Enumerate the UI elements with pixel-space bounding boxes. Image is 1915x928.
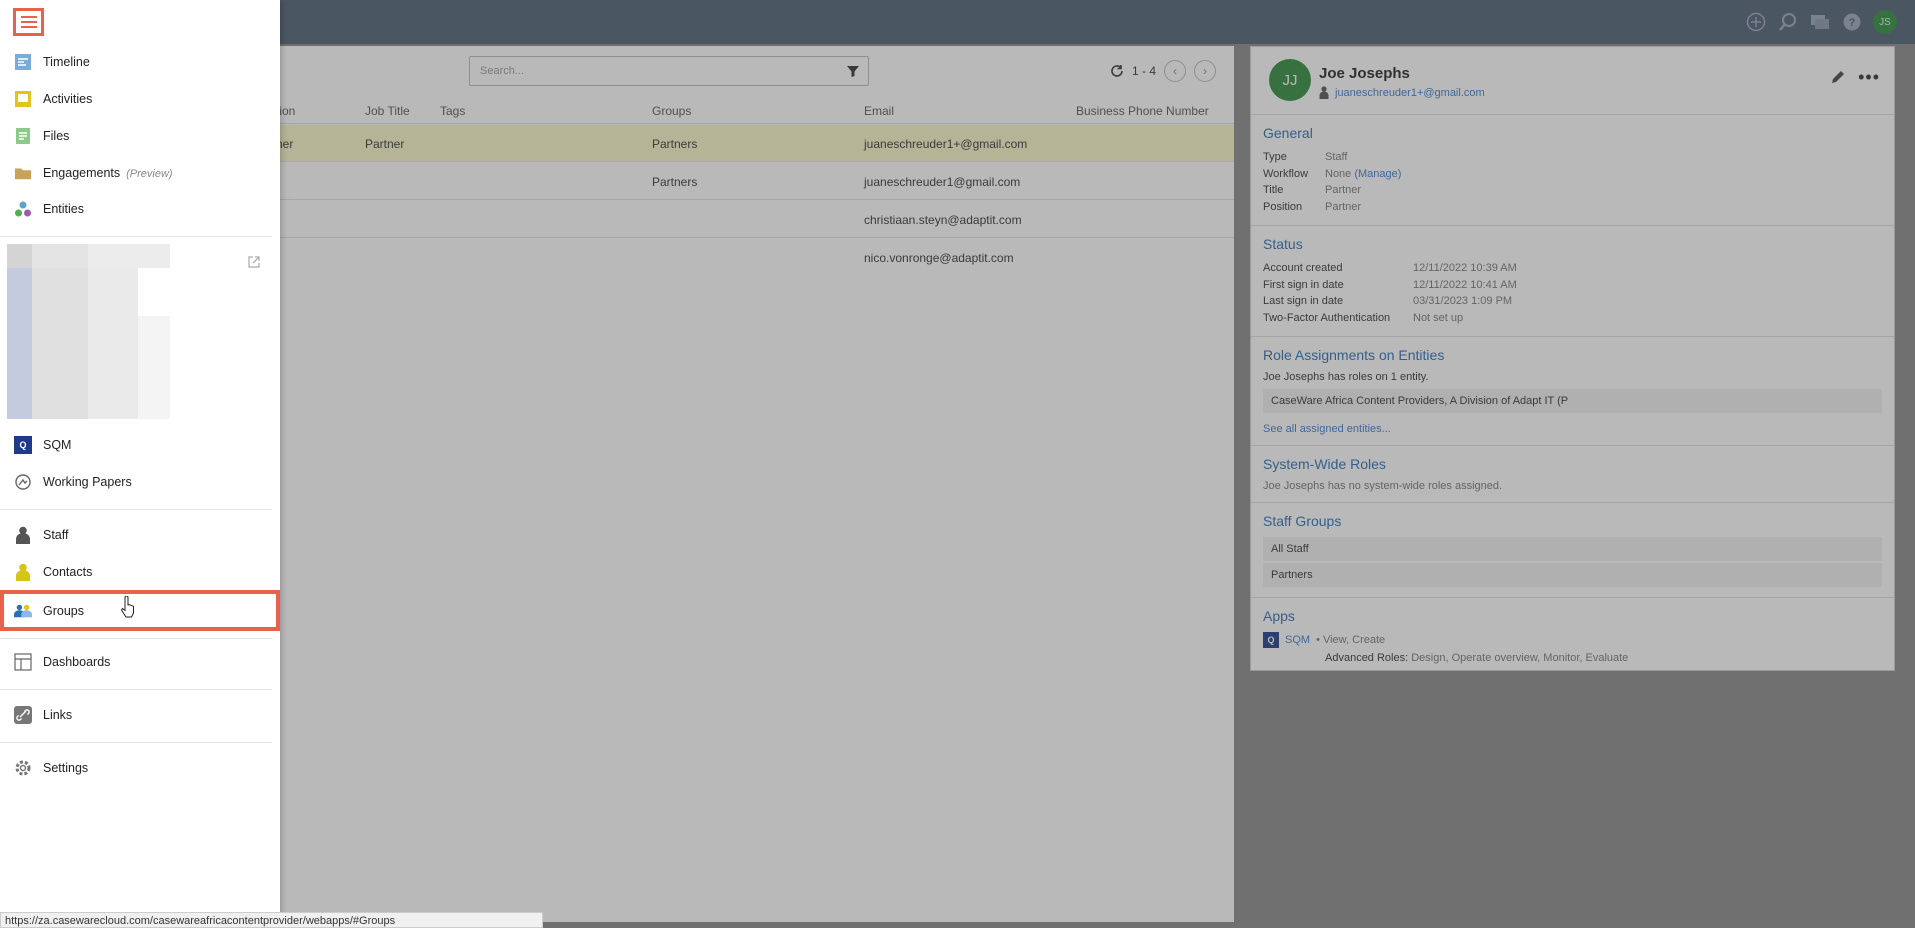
menu-item-groups[interactable]: Groups xyxy=(0,590,280,631)
modal-overlay[interactable] xyxy=(0,0,1915,928)
menu-item-staff[interactable]: Staff xyxy=(0,519,280,551)
menu-item-contacts[interactable]: Contacts xyxy=(0,556,280,588)
menu-label: Activities xyxy=(43,92,93,106)
timeline-icon xyxy=(14,53,32,71)
menu-label: Engagements xyxy=(43,166,121,180)
menu-item-engagements[interactable]: Engagements (Preview) xyxy=(0,157,280,189)
groups-icon xyxy=(14,602,32,620)
sqm-icon: Q xyxy=(14,436,32,454)
contacts-icon xyxy=(14,563,32,581)
menu-divider xyxy=(0,689,272,690)
menu-divider xyxy=(0,509,272,510)
preview-tag: (Preview) xyxy=(126,168,173,180)
menu-item-dashboards[interactable]: Dashboards xyxy=(0,646,280,678)
working-papers-icon xyxy=(14,473,32,491)
folder-icon xyxy=(14,164,32,182)
menu-item-settings[interactable]: Settings xyxy=(0,752,280,784)
menu-label: SQM xyxy=(43,438,72,452)
menu-item-entities[interactable]: Entities xyxy=(0,193,280,225)
menu-label: Contacts xyxy=(43,565,93,579)
menu-label: Settings xyxy=(43,761,89,775)
entities-icon xyxy=(14,200,32,218)
status-bar-url: https://za.casewarecloud.com/casewareafr… xyxy=(0,912,543,928)
menu-label: Groups xyxy=(43,603,84,618)
menu-label: Entities xyxy=(43,202,84,216)
menu-label: Links xyxy=(43,708,73,722)
activities-icon xyxy=(14,90,32,108)
menu-label: Dashboards xyxy=(43,655,111,669)
menu-toggle-button[interactable] xyxy=(13,8,44,36)
menu-divider xyxy=(0,742,272,743)
pointer-cursor-icon xyxy=(120,596,134,618)
menu-item-activities[interactable]: Activities xyxy=(0,83,280,115)
menu-item-sqm[interactable]: Q SQM xyxy=(0,429,280,461)
dashboards-icon xyxy=(14,653,32,671)
menu-item-files[interactable]: Files xyxy=(0,120,280,152)
link-icon xyxy=(14,706,32,724)
files-icon xyxy=(14,127,32,145)
menu-item-timeline[interactable]: Timeline xyxy=(0,46,280,78)
menu-label-wrap: Engagements (Preview) xyxy=(43,166,173,180)
redacted-region xyxy=(7,244,170,419)
menu-item-links[interactable]: Links xyxy=(0,699,280,731)
staff-icon xyxy=(14,526,32,544)
menu-label: Working Papers xyxy=(43,475,132,489)
menu-divider xyxy=(0,236,272,237)
menu-label: Files xyxy=(43,129,70,143)
navigation-menu: Timeline Activities Files Engagements (Pr… xyxy=(0,0,280,928)
hamburger-icon xyxy=(20,16,37,28)
menu-label: Staff xyxy=(43,528,69,542)
gear-icon xyxy=(14,759,32,777)
menu-item-working-papers[interactable]: Working Papers xyxy=(0,466,280,498)
menu-label: Timeline xyxy=(43,55,90,69)
external-link-icon[interactable] xyxy=(247,255,261,269)
menu-divider xyxy=(0,638,272,639)
